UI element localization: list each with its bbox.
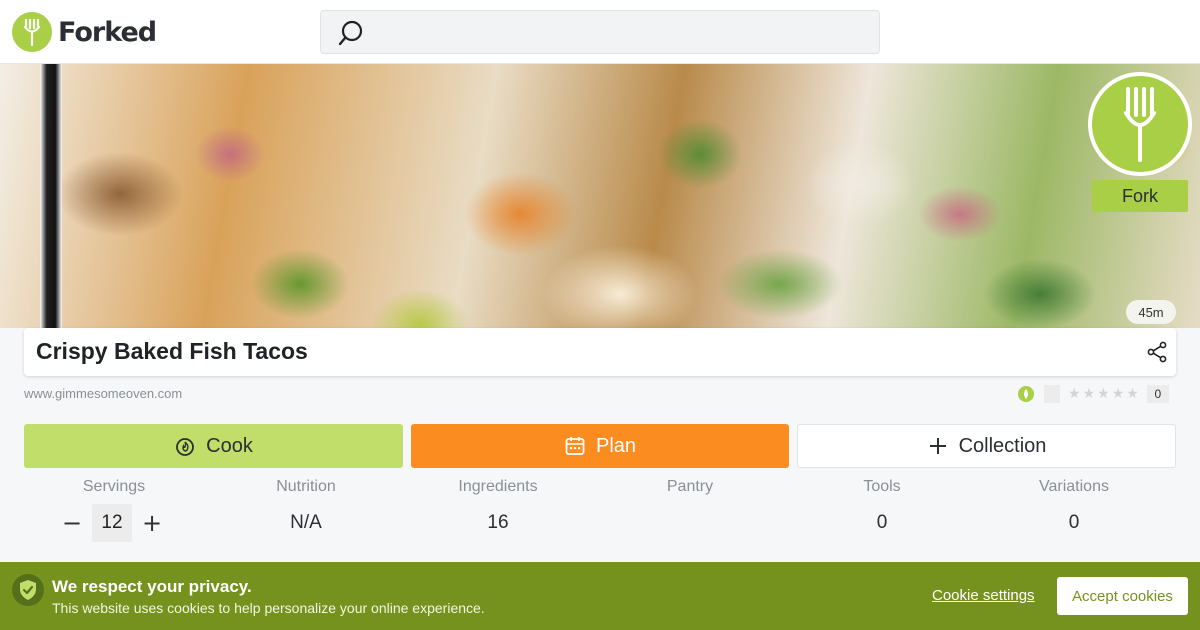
plan-button-label: Plan (595, 434, 637, 457)
leaf-icon (1018, 386, 1034, 402)
search-input[interactable] (377, 17, 867, 47)
pantry-value (600, 512, 780, 534)
share-icon[interactable] (1146, 341, 1168, 363)
recipe-source-link[interactable]: www.gimmesomeoven.com (24, 386, 182, 401)
rating-area: ★ ★ ★ ★ ★ 0 (1018, 384, 1169, 404)
flame-icon (176, 438, 195, 456)
recipe-title-card: Crispy Baked Fish Tacos (24, 328, 1176, 376)
tools-stat[interactable]: Tools 0 (792, 478, 972, 534)
servings-stat: Servings (24, 478, 204, 496)
variations-value: 0 (1068, 512, 1080, 533)
fork-button[interactable] (1088, 72, 1192, 176)
fork-logo-icon (12, 12, 52, 52)
forked-logo[interactable]: Forked (12, 12, 157, 52)
rating-count: 0 (1146, 385, 1169, 403)
tools-value: 0 (876, 512, 888, 533)
rating-placeholder (1044, 385, 1060, 403)
pantry-label: Pantry (666, 478, 714, 495)
star-icon[interactable]: ★ (1112, 386, 1125, 402)
cook-time-badge: 45m (1126, 300, 1176, 324)
star-rating[interactable]: ★ ★ ★ ★ ★ (1068, 386, 1141, 402)
collection-button[interactable]: Collection (797, 424, 1176, 468)
plan-button[interactable]: Plan (411, 424, 789, 468)
cookie-title: We respect your privacy. (52, 577, 252, 596)
variations-label: Variations (1039, 478, 1109, 495)
servings-stepper: − 12 + (56, 504, 168, 542)
nutrition-stat[interactable]: Nutrition N/A (216, 478, 396, 534)
search-icon[interactable] (337, 19, 365, 47)
ingredients-label: Ingredients (458, 478, 538, 495)
top-bar: Forked (0, 0, 1200, 64)
nutrition-label: Nutrition (276, 478, 336, 495)
servings-value[interactable]: 12 (92, 504, 132, 542)
calendar-icon (565, 437, 585, 455)
fork-label-button[interactable]: Fork (1092, 180, 1188, 212)
shield-check-icon (12, 574, 44, 606)
servings-increase-button[interactable]: + (136, 504, 168, 542)
nutrition-value: N/A (290, 512, 322, 533)
star-icon[interactable]: ★ (1126, 386, 1139, 402)
recipe-title: Crispy Baked Fish Tacos (36, 338, 308, 364)
logo-text: Forked (58, 16, 157, 48)
cookie-text: This website uses cookies to help person… (52, 600, 485, 616)
accept-cookies-button[interactable]: Accept cookies (1057, 577, 1188, 615)
variations-stat[interactable]: Variations 0 (984, 478, 1164, 534)
cook-button-label: Cook (206, 434, 253, 457)
cook-button[interactable]: Cook (24, 424, 403, 468)
cookie-settings-link[interactable]: Cookie settings (932, 587, 1035, 604)
collection-button-label: Collection (958, 434, 1047, 457)
star-icon[interactable]: ★ (1068, 386, 1081, 402)
recipe-hero-image (0, 64, 1200, 328)
servings-decrease-button[interactable]: − (56, 504, 88, 542)
search-bar[interactable] (320, 10, 880, 54)
fork-icon (1124, 87, 1156, 162)
tools-label: Tools (863, 478, 901, 495)
cookie-banner: We respect your privacy. This website us… (0, 562, 1200, 630)
plus-icon (929, 438, 946, 454)
hero-image-detail (40, 64, 62, 328)
ingredients-stat[interactable]: Ingredients 16 (408, 478, 588, 534)
servings-label: Servings (82, 478, 146, 495)
ingredients-value: 16 (487, 512, 509, 533)
star-icon[interactable]: ★ (1097, 386, 1110, 402)
pantry-stat[interactable]: Pantry (600, 478, 780, 534)
star-icon[interactable]: ★ (1083, 386, 1096, 402)
